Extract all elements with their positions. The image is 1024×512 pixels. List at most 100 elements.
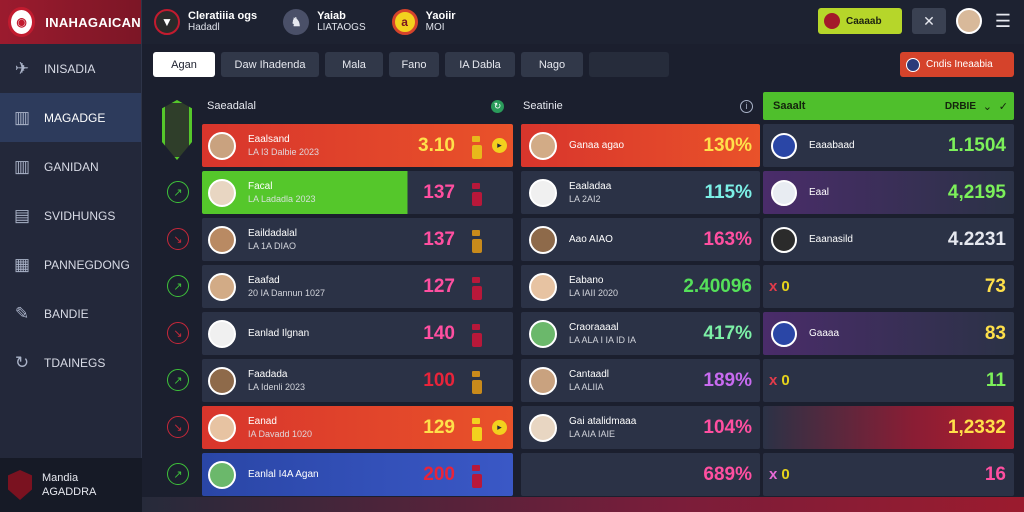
player-avatar: [208, 272, 236, 301]
brand-logo-icon: ◉: [8, 7, 36, 37]
sidebar-item[interactable]: ▤ SVIDHUNGS: [0, 191, 141, 240]
player-name-block: Eabano LA IAII 2020: [569, 274, 618, 300]
filter-tab[interactable]: Mala: [325, 52, 383, 77]
down-arrow-icon: ↘: [167, 228, 189, 250]
sidebar-footer[interactable]: Mandia AGADDRA: [0, 458, 142, 512]
sidebar-item[interactable]: ✈ INISADIA: [0, 44, 141, 93]
team-row[interactable]: x 0 16: [763, 453, 1014, 496]
player-name-block: Eaafad 20 IA Dannun 1027: [248, 274, 325, 300]
info-icon[interactable]: i: [740, 99, 753, 113]
player-name: Eaildadalal: [248, 227, 297, 239]
player-row[interactable]: Eaildadalal LA 1A DIAO 137: [202, 218, 513, 261]
team-pill-button[interactable]: Caaaab: [818, 8, 902, 34]
player-name: Eanad: [248, 415, 277, 427]
player-avatar: [208, 225, 236, 254]
close-button[interactable]: ✕: [912, 8, 946, 34]
sidebar-item[interactable]: ▦ PANNEGDONG: [0, 240, 141, 289]
stat-row[interactable]: Eaaladaa LA 2AI2 115%: [521, 171, 760, 214]
up-arrow-icon: ↗: [167, 463, 189, 485]
filter-tab[interactable]: Agan: [153, 52, 215, 77]
filter-tab[interactable]: Fano: [389, 52, 439, 77]
stat-value: 417%: [703, 322, 752, 344]
team-item[interactable]: ♞ Yaiab LIATAOGS: [283, 9, 366, 35]
app-name: INAHAGAICAN: [45, 14, 141, 30]
user-avatar[interactable]: [956, 8, 982, 34]
team-name: Eaaabaad: [809, 140, 855, 151]
stat-row[interactable]: Gai atalidmaaa LA AIA IAIE 104%: [521, 406, 760, 449]
player-name: Faadada: [248, 368, 288, 380]
team-row[interactable]: Eaanasild 4.2231: [763, 218, 1014, 261]
sidebar: ◉ INAHAGAICAN ✈ INISADIA ▥ MAGADGE ▥ GANIDAN ▤…: [0, 0, 142, 512]
player-row[interactable]: Eanlal I4A Agan 200: [202, 453, 513, 496]
menu-icon[interactable]: ☰: [992, 11, 1014, 32]
arrow-right-icon[interactable]: ▸: [492, 420, 507, 435]
score-zero: 0: [781, 372, 790, 389]
team-item[interactable]: a Yaoiir MOI: [391, 9, 456, 35]
sidebar-item-label: TDAINEGS: [44, 355, 106, 370]
score-cell: x0: [769, 372, 790, 389]
stat-row[interactable]: 689%: [521, 453, 760, 496]
player-name-block: Eanlal I4A Agan: [248, 468, 319, 481]
up-arrow-icon: ↗: [167, 369, 189, 391]
sidebar-item-label: BANDIE: [44, 306, 89, 321]
team-row[interactable]: Eaaabaad 1.1504: [763, 124, 1014, 167]
brand[interactable]: ◉ INAHAGAICAN: [0, 0, 141, 44]
team-row[interactable]: x 0 11: [763, 359, 1014, 402]
refresh-icon[interactable]: ↻: [491, 99, 504, 113]
stat-value: 189%: [703, 369, 752, 391]
stat-row[interactable]: Craoraaaal LA ALA I IA ID IA 417%: [521, 312, 760, 355]
player-sub: LA IAII 2020: [569, 287, 619, 298]
player-avatar: [529, 319, 557, 348]
filter-tab[interactable]: Daw Ihadenda: [221, 52, 319, 77]
team-title: Cleratiiia: [188, 10, 235, 22]
player-sub: IA Davadd 1020: [248, 428, 313, 439]
stat-row[interactable]: Aao AIAO 163%: [521, 218, 760, 261]
team-row[interactable]: Gaaaa 83: [763, 312, 1014, 355]
trend-bar-icon: [472, 286, 482, 300]
player-name-block: Eaildadalal LA 1A DIAO: [248, 227, 297, 253]
sidebar-item[interactable]: ▥ GANIDAN: [0, 142, 141, 191]
action-button-label: Cndis Ineaabia: [926, 59, 993, 70]
team-title: Yaiab: [317, 10, 346, 22]
plane-icon: ✈: [14, 58, 30, 78]
player-avatar: [208, 366, 236, 395]
trend-bar-icon: [472, 192, 482, 206]
sidebar-item[interactable]: ↻ TDAINEGS: [0, 338, 141, 387]
team-row[interactable]: 1,2332: [763, 406, 1014, 449]
player-row[interactable]: Facal LA Ladadla 2023 137: [202, 171, 513, 214]
stat-row[interactable]: Eabano LA IAII 2020 2.40096: [521, 265, 760, 308]
player-row[interactable]: Eanad IA Davadd 1020 129 ▸: [202, 406, 513, 449]
filter-tab[interactable]: IA Dabla: [445, 52, 515, 77]
team-shield-icon: [771, 132, 797, 159]
action-button[interactable]: Cndis Ineaabia: [900, 52, 1014, 77]
stat-row[interactable]: Cantaadl LA ALIIA 189%: [521, 359, 760, 402]
team-item[interactable]: ▼ Cleratiiia ogs Hadadl: [154, 9, 257, 35]
club-crest-icon: [8, 470, 32, 500]
team-name-block: Eaanasild: [809, 233, 853, 246]
score-zero: 0: [781, 278, 790, 295]
player-name-block: Eanad IA Davadd 1020: [248, 415, 312, 441]
filter-tab[interactable]: [589, 52, 669, 77]
topbar: ▼ Cleratiiia ogs Hadadl ♞ Yaiab LIATAOGS…: [142, 0, 1024, 44]
player-row[interactable]: Eaafad 20 IA Dannun 1027 127: [202, 265, 513, 308]
bottom-bar: [142, 497, 1024, 512]
team-row[interactable]: x 0 73: [763, 265, 1014, 308]
player-name-block: Eaaladaa LA 2AI2: [569, 180, 611, 206]
player-row[interactable]: Eanlad Ilgnan 140: [202, 312, 513, 355]
team-value: 16: [984, 463, 1006, 485]
player-row[interactable]: Eaalsand LA I3 Dalbie 2023 3.10 ▸: [202, 124, 513, 167]
sidebar-item[interactable]: ▥ MAGADGE: [0, 93, 141, 142]
arrow-right-icon[interactable]: ▸: [492, 138, 507, 153]
footer-line-1: Mandia: [42, 472, 79, 484]
filter-tab[interactable]: Nago: [521, 52, 583, 77]
player-row[interactable]: Faadada LA Idenli 2023 100: [202, 359, 513, 402]
sidebar-item[interactable]: ✎ BANDIE: [0, 289, 141, 338]
team-sub: Hadadl: [188, 22, 220, 33]
stat-row[interactable]: Ganaa agao 130%: [521, 124, 760, 167]
team-row[interactable]: Eaal 4,2195: [763, 171, 1014, 214]
player-name: Eaaladaa: [569, 180, 612, 192]
flag-icon: [906, 57, 920, 72]
down-arrow-icon: ↘: [167, 416, 189, 438]
stat-value: 104%: [703, 416, 752, 438]
right-column-header[interactable]: Saaalt DRBIE ⌄ ✓: [763, 92, 1014, 120]
